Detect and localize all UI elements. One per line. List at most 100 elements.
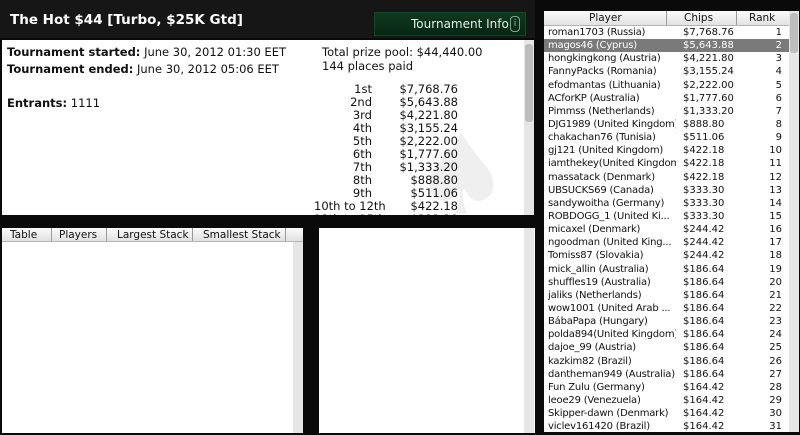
player-rank: 12	[769, 171, 782, 183]
player-name: FannyPacks (Romania)	[548, 66, 657, 78]
player-name: iamthekey(United Kingdom)	[548, 158, 676, 170]
ranking-row[interactable]: roman1703 (Russia) $7,768.76 1	[544, 26, 789, 39]
prize-amount: $3,155.24	[399, 121, 458, 135]
started-line: Tournament started: June 30, 2012 01:30 …	[7, 45, 286, 59]
player-chips: $244.42	[683, 250, 725, 262]
col-chips[interactable]: Chips	[684, 12, 713, 24]
col-players[interactable]: Players	[59, 229, 97, 241]
prize-pool-line: Total prize pool: $44,440.00	[322, 45, 482, 59]
player-name: Fun Zulu (Germany)	[548, 381, 645, 393]
player-name: magos46 (Cyprus)	[548, 40, 637, 52]
ranking-row[interactable]: efodmantas (Lithuania) $2,222.00 5	[544, 79, 789, 92]
tournament-info-button[interactable]: Tournament Info i	[374, 12, 526, 36]
col-player[interactable]: Player	[589, 12, 622, 24]
player-rank: 29	[769, 394, 782, 406]
player-name: polda894(United Kingdom)	[548, 329, 676, 341]
prize-row: 4th $3,155.24	[314, 121, 474, 135]
ranking-row[interactable]: magos46 (Cyprus) $5,643.88 2	[544, 39, 789, 53]
started-label: Tournament started:	[7, 45, 141, 59]
ranking-row[interactable]: Fun Zulu (Germany) $164.42 28	[544, 381, 789, 394]
player-rank: 7	[775, 105, 782, 117]
player-rank: 21	[769, 289, 782, 301]
col-smallest-stack[interactable]: Smallest Stack	[203, 229, 281, 241]
table-players-scrollbar[interactable]	[524, 228, 534, 433]
ranking-row[interactable]: ACforKP (Australia) $1,777.60 6	[544, 92, 789, 105]
player-rank: 8	[775, 118, 782, 130]
ranking-row[interactable]: chakachan76 (Tunisia) $511.06 9	[544, 131, 789, 144]
player-name: efodmantas (Lithuania)	[548, 79, 661, 91]
player-rank: 22	[769, 302, 782, 314]
prize-row: 6th $1,777.60	[314, 147, 474, 161]
ranking-row[interactable]: BábaPapa (Hungary) $186.64 23	[544, 315, 789, 328]
ranking-row[interactable]: FannyPacks (Romania) $3,155.24 4	[544, 65, 789, 78]
ranking-row[interactable]: viclev161420 (Brazil) $164.42 31	[544, 420, 789, 432]
info-scrollbar[interactable]	[524, 40, 534, 215]
player-name: DJG1989 (United Kingdom)	[548, 118, 676, 130]
ranking-row[interactable]: kazkim82 (Brazil) $186.64 26	[544, 355, 789, 368]
ended-label: Tournament ended:	[7, 62, 134, 76]
ranking-row[interactable]: wow1001 (United Arab ... $186.64 22	[544, 302, 789, 315]
ranking-row[interactable]: shuffles19 (Australia) $186.64 20	[544, 276, 789, 289]
ranking-scroll-thumb[interactable]	[790, 13, 798, 53]
player-rank: 23	[769, 316, 782, 328]
ranking-row[interactable]: Tomiss87 (Slovakia) $244.42 18	[544, 249, 789, 262]
player-chips: $186.64	[683, 368, 725, 380]
ranking-row[interactable]: mick_allin (Australia) $186.64 19	[544, 263, 789, 276]
player-name: massatack (Denmark)	[548, 171, 655, 183]
player-name: jaliks (Netherlands)	[548, 289, 642, 301]
ranking-row[interactable]: UBSUCKS69 (Canada) $333.30 13	[544, 184, 789, 197]
ranking-row[interactable]: Pimmss (Netherlands) $1,333.20 7	[544, 105, 789, 118]
player-chips: $422.18	[683, 158, 725, 170]
player-chips: $333.30	[683, 197, 725, 209]
info-scroll-thumb[interactable]	[525, 44, 533, 122]
ranking-row[interactable]: micaxel (Denmark) $244.42 16	[544, 223, 789, 236]
started-value: June 30, 2012 01:30 EET	[144, 45, 286, 59]
player-rank: 9	[775, 132, 782, 144]
player-name: roman1703 (Russia)	[548, 27, 646, 38]
ended-value: June 30, 2012 05:06 EET	[137, 62, 279, 76]
prize-list: 1st $7,768.76 2nd $5,643.88 3rd $4,221.80 4th $…	[314, 82, 474, 215]
ranking-row[interactable]: Skipper-dawn (Denmark) $164.42 30	[544, 407, 789, 420]
col-rank[interactable]: Rank	[749, 12, 775, 24]
ranking-row[interactable]: polda894(United Kingdom) $186.64 24	[544, 328, 789, 341]
prize-row: 3rd $4,221.80	[314, 108, 474, 122]
player-rank: 6	[775, 92, 782, 104]
player-chips: $186.64	[683, 342, 725, 354]
ranking-row[interactable]: dantheman949 (Australia) $186.64 27	[544, 368, 789, 381]
ranking-row[interactable]: massatack (Denmark) $422.18 12	[544, 171, 789, 184]
tournament-info-panel: ♠ Tournament started: June 30, 2012 01:3…	[2, 40, 534, 215]
prize-place: 5th	[352, 134, 372, 148]
ranking-row[interactable]: leoe29 (Venezuela) $164.42 29	[544, 394, 789, 407]
ranking-row[interactable]: ngoodman (United King... $244.42 17	[544, 236, 789, 249]
player-chips: $422.18	[683, 145, 725, 157]
prize-amount: $4,221.80	[399, 108, 458, 122]
prize-amount: $888.80	[410, 173, 458, 187]
player-chips: $4,221.80	[683, 53, 734, 65]
ranking-row[interactable]: DJG1989 (United Kingdom) $888.80 8	[544, 118, 789, 131]
player-chips: $186.64	[683, 355, 725, 367]
ranking-row[interactable]: dajoe_99 (Austria) $186.64 25	[544, 341, 789, 354]
ranking-row[interactable]: gj121 (United Kingdom) $422.18 10	[544, 144, 789, 157]
ranking-header: Player Chips Rank	[544, 11, 789, 26]
ranking-row[interactable]: jaliks (Netherlands) $186.64 21	[544, 289, 789, 302]
ranking-row[interactable]: iamthekey(United Kingdom) $422.18 11	[544, 157, 789, 170]
ranking-scrollbar[interactable]	[789, 11, 799, 432]
prize-place: 7th	[352, 160, 372, 174]
tables-scrollbar[interactable]	[293, 242, 303, 433]
ranking-row[interactable]: sandywoitha (Germany) $333.30 14	[544, 197, 789, 210]
col-largest-stack[interactable]: Largest Stack	[117, 229, 189, 241]
prize-row: 5th $2,222.00	[314, 134, 474, 148]
player-name: shuffles19 (Australia)	[548, 276, 651, 288]
tournament-info-label: Tournament Info	[411, 17, 509, 31]
ranking-row[interactable]: ROBDOGG_1 (United Ki... $333.30 15	[544, 210, 789, 223]
player-chips: $1,777.60	[683, 92, 734, 104]
player-rank: 18	[769, 250, 782, 262]
ranking-row[interactable]: hongkingkong (Austria) $4,221.80 3	[544, 52, 789, 65]
table-players-panel	[319, 228, 535, 433]
player-chips: $186.64	[683, 302, 725, 314]
col-table[interactable]: Table	[10, 229, 37, 241]
player-name: Pimmss (Netherlands)	[548, 105, 655, 117]
prize-place: 4th	[352, 121, 372, 135]
player-rank: 16	[769, 224, 782, 236]
player-rank: 17	[769, 237, 782, 249]
